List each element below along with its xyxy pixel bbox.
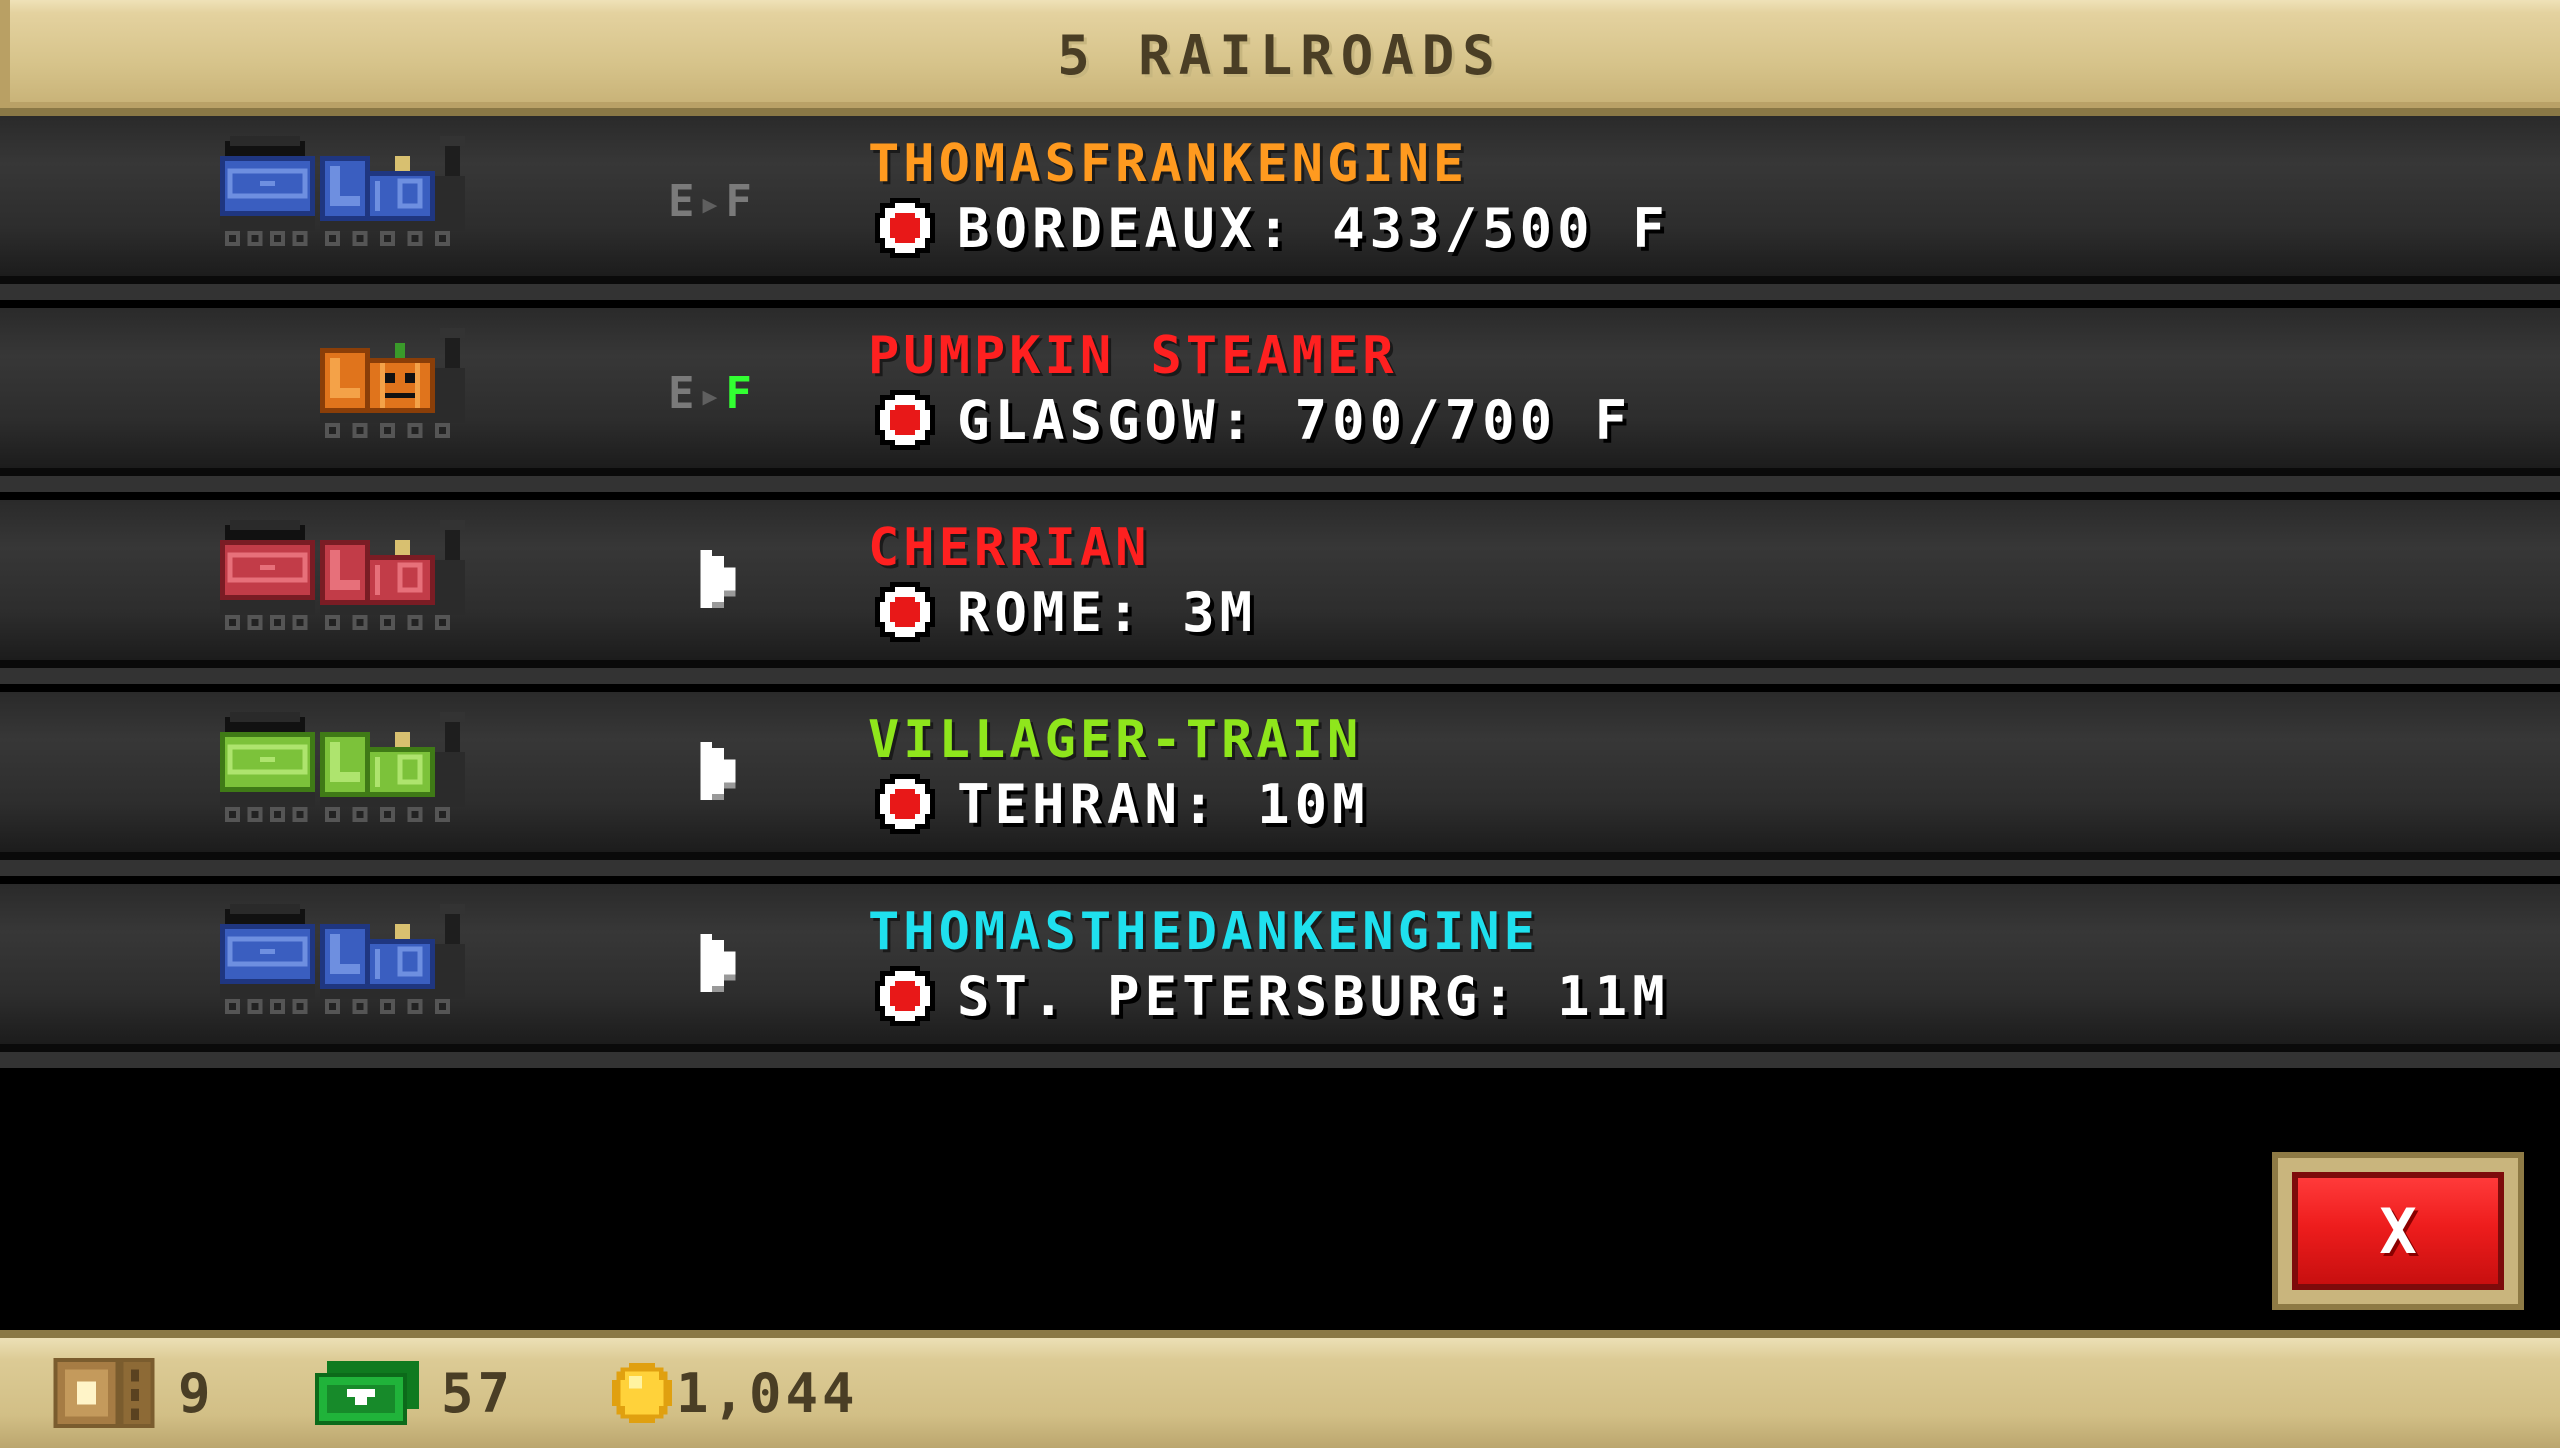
destination-line: BORDEAUX: 433/500 F [875, 196, 1670, 260]
ticket-icon [53, 1358, 155, 1428]
location-pin-icon [875, 198, 935, 258]
destination-line: ST. PETERSBURG: 11M [875, 964, 1670, 1028]
arrow-icon: ▸ [698, 373, 722, 417]
train-icon [215, 702, 565, 842]
railroad-row[interactable]: VILLAGER-TRAIN TEHRAN: 10M [0, 692, 2560, 876]
destination-line: TEHRAN: 10M [875, 772, 1370, 836]
bucks-count: 57 [441, 1361, 515, 1425]
coins-count: 1,044 [676, 1361, 859, 1425]
play-icon[interactable] [700, 550, 736, 608]
railroad-row[interactable]: E ▸F THOMASFRANKENGINE BORDEAUX: 433/500 F [0, 116, 2560, 300]
fuel-empty-label: E [668, 368, 695, 419]
play-icon[interactable] [700, 742, 736, 800]
row-divider [0, 476, 2560, 492]
train-icon [215, 318, 565, 458]
railroad-name: VILLAGER-TRAIN [868, 710, 1363, 770]
coin-icon [612, 1363, 672, 1423]
row-divider [0, 1052, 2560, 1068]
train-icon [215, 894, 565, 1034]
railroad-row[interactable]: THOMASTHEDANKENGINE ST. PETERSBURG: 11M [0, 884, 2560, 1068]
row-divider [0, 668, 2560, 684]
fuel-full-label: F [725, 176, 752, 227]
railroad-name: PUMPKIN STEAMER [868, 326, 1398, 386]
railroad-name: THOMASFRANKENGINE [868, 134, 1469, 194]
coins-stat[interactable]: 1,044 [612, 1338, 859, 1448]
destination-text: TEHRAN: 10M [957, 772, 1370, 836]
row-divider [0, 860, 2560, 876]
page-title: 5 RAILROADS [1057, 24, 1503, 87]
header-bar: 5 RAILROADS [0, 0, 2560, 116]
destination-text: ROME: 3M [957, 580, 1258, 644]
fuel-gauge-icon: E ▸F [668, 368, 752, 419]
railroad-list: E ▸F THOMASFRANKENGINE BORDEAUX: 433/500 FE… [0, 116, 2560, 1076]
destination-line: ROME: 3M [875, 580, 1257, 644]
row-divider [0, 284, 2560, 300]
location-pin-icon [875, 582, 935, 642]
destination-text: ST. PETERSBURG: 11M [957, 964, 1670, 1028]
destination-line: GLASGOW: 700/700 F [875, 388, 1632, 452]
resource-bar: 9 57 1,044 [0, 1330, 2560, 1448]
railroad-name: THOMASTHEDANKENGINE [868, 902, 1539, 962]
railroad-row[interactable]: CHERRIAN ROME: 3M [0, 500, 2560, 684]
railroad-row[interactable]: E ▸F PUMPKIN STEAMER GLASGOW: 700/700 F [0, 308, 2560, 492]
tickets-stat[interactable]: 9 [52, 1338, 215, 1448]
train-icon [215, 510, 565, 650]
close-icon: X [2379, 1194, 2417, 1268]
railroad-name: CHERRIAN [868, 518, 1151, 578]
arrow-icon: ▸ [698, 181, 722, 225]
fuel-full-label: F [725, 368, 752, 419]
location-pin-icon [875, 966, 935, 1026]
bucks-stat[interactable]: 57 [315, 1338, 514, 1448]
fuel-gauge-icon: E ▸F [668, 176, 752, 227]
tickets-count: 9 [178, 1361, 215, 1425]
fuel-empty-label: E [668, 176, 695, 227]
cash-icon [315, 1361, 419, 1425]
location-pin-icon [875, 774, 935, 834]
train-icon [215, 126, 565, 266]
destination-text: GLASGOW: 700/700 F [957, 388, 1633, 452]
destination-text: BORDEAUX: 433/500 F [957, 196, 1670, 260]
play-icon[interactable] [700, 934, 736, 992]
close-button[interactable]: X [2272, 1152, 2524, 1310]
location-pin-icon [875, 390, 935, 450]
